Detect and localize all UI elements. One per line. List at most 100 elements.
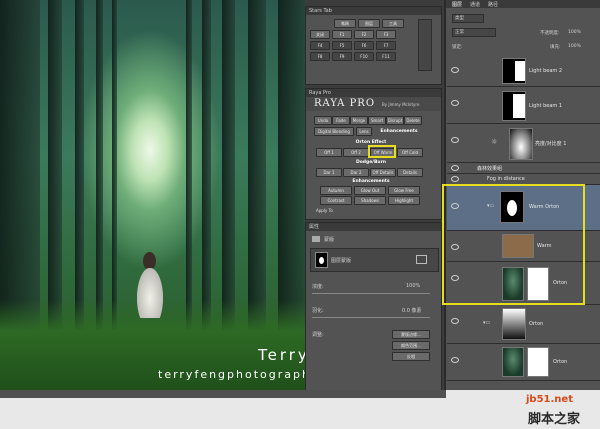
tree-trunk	[75, 0, 84, 330]
small-btn[interactable]: F1	[332, 30, 352, 39]
raya-title: RAYA PRO	[314, 98, 376, 109]
digital-blending-button[interactable]: Digital Blending	[314, 127, 354, 136]
tab-fade[interactable]: Fade	[332, 116, 350, 125]
site-name: 脚本之家	[528, 412, 581, 427]
layer-kind-filter[interactable]: 类型	[452, 14, 484, 23]
feather-value[interactable]: 0.0 像素	[402, 307, 422, 314]
enh-button[interactable]: Autumn	[320, 186, 352, 195]
orton-cold-button[interactable]: Off Cold	[397, 148, 423, 157]
orton-off1-button[interactable]: Off 1	[316, 148, 342, 157]
eye-icon[interactable]	[451, 165, 459, 171]
feather-slider[interactable]	[312, 317, 430, 318]
eye-icon[interactable]	[451, 137, 459, 143]
eye-icon[interactable]	[451, 176, 459, 182]
layer-row[interactable]: Light beam 2	[447, 54, 600, 87]
tab-disrupt[interactable]: Disrupt	[386, 116, 404, 125]
color-range-button[interactable]: 颜色范围...	[392, 341, 430, 350]
dodge-button[interactable]: Dar 2	[343, 168, 369, 177]
orton-off2-button[interactable]: Off 2	[343, 148, 369, 157]
layer-thumb[interactable]	[502, 347, 524, 377]
layer-mask-label: 图层蒙版	[331, 258, 352, 264]
density-value[interactable]: 100%	[406, 283, 420, 289]
tab-smart[interactable]: Smart	[368, 116, 386, 125]
mask-icon	[312, 236, 320, 242]
eye-icon[interactable]	[451, 100, 459, 106]
layer-mask-thumb[interactable]	[502, 308, 526, 340]
group-name: Fog in distance	[487, 176, 525, 182]
stars-panel-header[interactable]: Stars Tab	[306, 7, 441, 15]
enh-button[interactable]: Glow Out	[354, 186, 386, 195]
opacity-value[interactable]: 100%	[568, 30, 581, 35]
layer-name: Orton	[553, 359, 568, 365]
tree-trunk	[202, 0, 211, 330]
girl-dress	[137, 268, 163, 318]
small-btn[interactable]: F11	[376, 52, 396, 61]
tree-trunk	[248, 0, 266, 330]
raya-subtitle: By Jimmy McIntyre	[382, 102, 420, 107]
blend-mode-select[interactable]: 正常	[452, 28, 496, 37]
tab-layers[interactable]: 图层	[452, 1, 462, 8]
tree-trunk	[278, 0, 305, 330]
density-slider[interactable]	[312, 293, 430, 294]
layer-row[interactable]: ▾▭ Orton	[447, 305, 600, 344]
small-btn[interactable]: F2	[354, 30, 374, 39]
layer-row[interactable]: Orton	[447, 344, 600, 381]
mask-edge-button[interactable]: 蒙版边缘...	[392, 330, 430, 339]
layers-highlight-box	[442, 184, 585, 305]
adjustment-icon: ☼	[491, 138, 498, 146]
dodge-button[interactable]: Off Details	[370, 168, 396, 177]
small-btn[interactable]: F6	[354, 41, 374, 50]
dodge-button[interactable]: Dar 1	[316, 168, 342, 177]
tab-merge[interactable]: Merge	[350, 116, 368, 125]
enhancements-header: Enhancements	[380, 129, 418, 134]
layer-mask-thumb[interactable]	[509, 128, 533, 160]
dodge-burn-label: Dodge/Burn	[355, 160, 387, 165]
density-label: 浓度:	[312, 284, 324, 290]
fill-label: 填充:	[550, 45, 561, 50]
small-btn[interactable]: F3	[376, 30, 396, 39]
small-btn[interactable]: 工具	[382, 19, 404, 28]
small-btn[interactable]: 关闭	[310, 30, 330, 39]
small-btn[interactable]: F9	[332, 52, 352, 61]
layer-row[interactable]: ☼ 亮度/对比度 1	[447, 124, 600, 163]
raya-pro-header[interactable]: Raya Pro	[306, 89, 441, 97]
enh-button[interactable]: Contrast	[320, 196, 352, 205]
fill-value[interactable]: 100%	[568, 44, 581, 49]
layer-mask-thumb[interactable]	[527, 347, 549, 377]
enh-button[interactable]: Shadows	[354, 196, 386, 205]
enh-button[interactable]: Glow Free	[388, 186, 420, 195]
properties-header[interactable]: 属性	[306, 223, 441, 231]
eye-icon[interactable]	[451, 357, 459, 363]
layer-mask-thumb[interactable]	[502, 91, 526, 121]
photo-canvas	[0, 0, 305, 390]
small-btn[interactable]: F5	[332, 41, 352, 50]
enhancements-label: Enhancements	[352, 179, 390, 184]
mask-thumbnail[interactable]	[315, 252, 328, 268]
site-domain: jb51.net	[526, 394, 573, 405]
layer-row[interactable]: Light beam 1	[447, 87, 600, 124]
enh-button[interactable]: Highlight	[388, 196, 420, 205]
small-btn[interactable]: F7	[376, 41, 396, 50]
tab-undo[interactable]: Undo	[314, 116, 332, 125]
eye-icon[interactable]	[451, 318, 459, 324]
group-name: 森林效果组	[477, 166, 503, 172]
mask-row: 图层蒙版	[310, 248, 439, 272]
layer-name: Light beam 1	[529, 103, 563, 109]
tab-delete[interactable]: Delete	[404, 116, 422, 125]
panel-scrollbar[interactable]	[418, 19, 432, 71]
mask-link-icon[interactable]	[416, 255, 427, 264]
invert-button[interactable]: 反相	[392, 352, 430, 361]
small-btn[interactable]: F4	[310, 41, 330, 50]
raya-title-bar: RAYA PRO By Jimmy McIntyre	[306, 97, 441, 111]
small-btn[interactable]: F8	[310, 52, 330, 61]
small-btn[interactable]: 图层	[358, 19, 380, 28]
layer-mask-thumb[interactable]	[502, 58, 526, 84]
group-row[interactable]: 森林效果组	[447, 163, 600, 174]
dodge-button[interactable]: Details	[397, 168, 423, 177]
small-btn[interactable]: 笔刷	[334, 19, 356, 28]
tab-paths[interactable]: 路径	[488, 1, 498, 8]
lens-button[interactable]: Lens	[356, 127, 372, 136]
eye-icon[interactable]	[451, 67, 459, 73]
small-btn[interactable]: F10	[354, 52, 374, 61]
tab-channels[interactable]: 通道	[470, 1, 480, 8]
